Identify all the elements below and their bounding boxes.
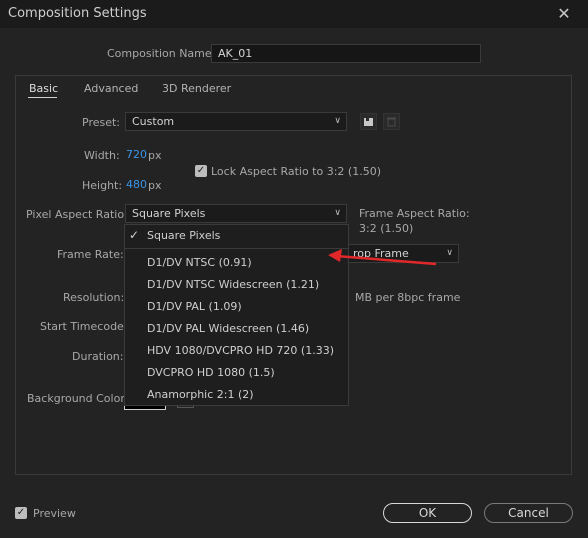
height-unit: px: [148, 179, 162, 192]
pixel-aspect-value: Square Pixels: [132, 207, 206, 220]
duration-label: Duration:: [72, 350, 124, 363]
chevron-down-icon: ∨: [334, 208, 341, 218]
resolution-info: MB per 8bpc frame: [355, 291, 461, 304]
tab-basic[interactable]: Basic: [29, 82, 58, 95]
dropdown-separator: [125, 248, 348, 249]
annotation-arrow: [328, 249, 437, 266]
pixel-aspect-select[interactable]: Square Pixels ∨: [125, 204, 347, 223]
dropdown-selected-item[interactable]: ✓ Square Pixels: [125, 225, 348, 247]
width-label: Width:: [84, 149, 120, 162]
delete-preset-icon[interactable]: [383, 113, 400, 130]
width-value[interactable]: 720: [126, 148, 147, 161]
chevron-down-icon: ∨: [334, 116, 341, 126]
dropdown-option[interactable]: Anamorphic 2:1 (2): [147, 388, 254, 401]
tab-active-underline: [28, 97, 57, 98]
preset-select[interactable]: Custom ∨: [125, 112, 347, 131]
height-label: Height:: [82, 179, 123, 192]
dropdown-option[interactable]: D1/DV NTSC Widescreen (1.21): [147, 278, 319, 291]
cancel-button[interactable]: Cancel: [484, 503, 573, 523]
frame-aspect-label: Frame Aspect Ratio:: [359, 207, 470, 220]
frame-aspect-value: 3:2 (1.50): [359, 222, 414, 235]
tab-advanced[interactable]: Advanced: [84, 82, 138, 95]
preset-value: Custom: [132, 115, 175, 128]
tab-3d-renderer[interactable]: 3D Renderer: [162, 82, 231, 95]
checkmark-icon: ✓: [129, 228, 140, 242]
resolution-label: Resolution:: [63, 291, 125, 304]
dropdown-option[interactable]: D1/DV NTSC (0.91): [147, 256, 252, 269]
lock-aspect-checkbox[interactable]: ✓: [195, 165, 207, 177]
lock-aspect-label: Lock Aspect Ratio to 3:2 (1.50): [211, 165, 381, 178]
window-title: Composition Settings: [8, 6, 147, 21]
comp-name-input[interactable]: AK_01: [211, 44, 481, 63]
width-unit: px: [148, 149, 162, 162]
pixel-aspect-dropdown[interactable]: ✓ Square Pixels D1/DV NTSC (0.91) D1/DV …: [124, 224, 349, 406]
frame-rate-label: Frame Rate:: [57, 248, 124, 261]
preset-label: Preset:: [82, 116, 121, 129]
preview-checkbox[interactable]: ✓: [15, 507, 27, 519]
dropdown-option-square-pixels[interactable]: Square Pixels: [147, 229, 220, 242]
save-preset-icon[interactable]: [360, 113, 377, 130]
dropdown-option[interactable]: D1/DV PAL (1.09): [147, 300, 242, 313]
dropdown-option[interactable]: HDV 1080/DVCPRO HD 720 (1.33): [147, 344, 334, 357]
dropdown-option[interactable]: DVCPRO HD 1080 (1.5): [147, 366, 275, 379]
close-icon[interactable]: ✕: [552, 3, 576, 25]
chevron-down-icon: ∨: [446, 248, 453, 258]
height-value[interactable]: 480: [126, 178, 147, 191]
dropdown-option[interactable]: D1/DV PAL Widescreen (1.46): [147, 322, 309, 335]
preview-label: Preview: [33, 507, 76, 520]
start-timecode-label: Start Timecode:: [40, 320, 128, 333]
ok-button[interactable]: OK: [383, 503, 472, 523]
comp-name-label: Composition Name:: [107, 47, 216, 60]
background-color-label: Background Color:: [27, 392, 129, 405]
pixel-aspect-label: Pixel Aspect Ratio:: [26, 208, 128, 221]
